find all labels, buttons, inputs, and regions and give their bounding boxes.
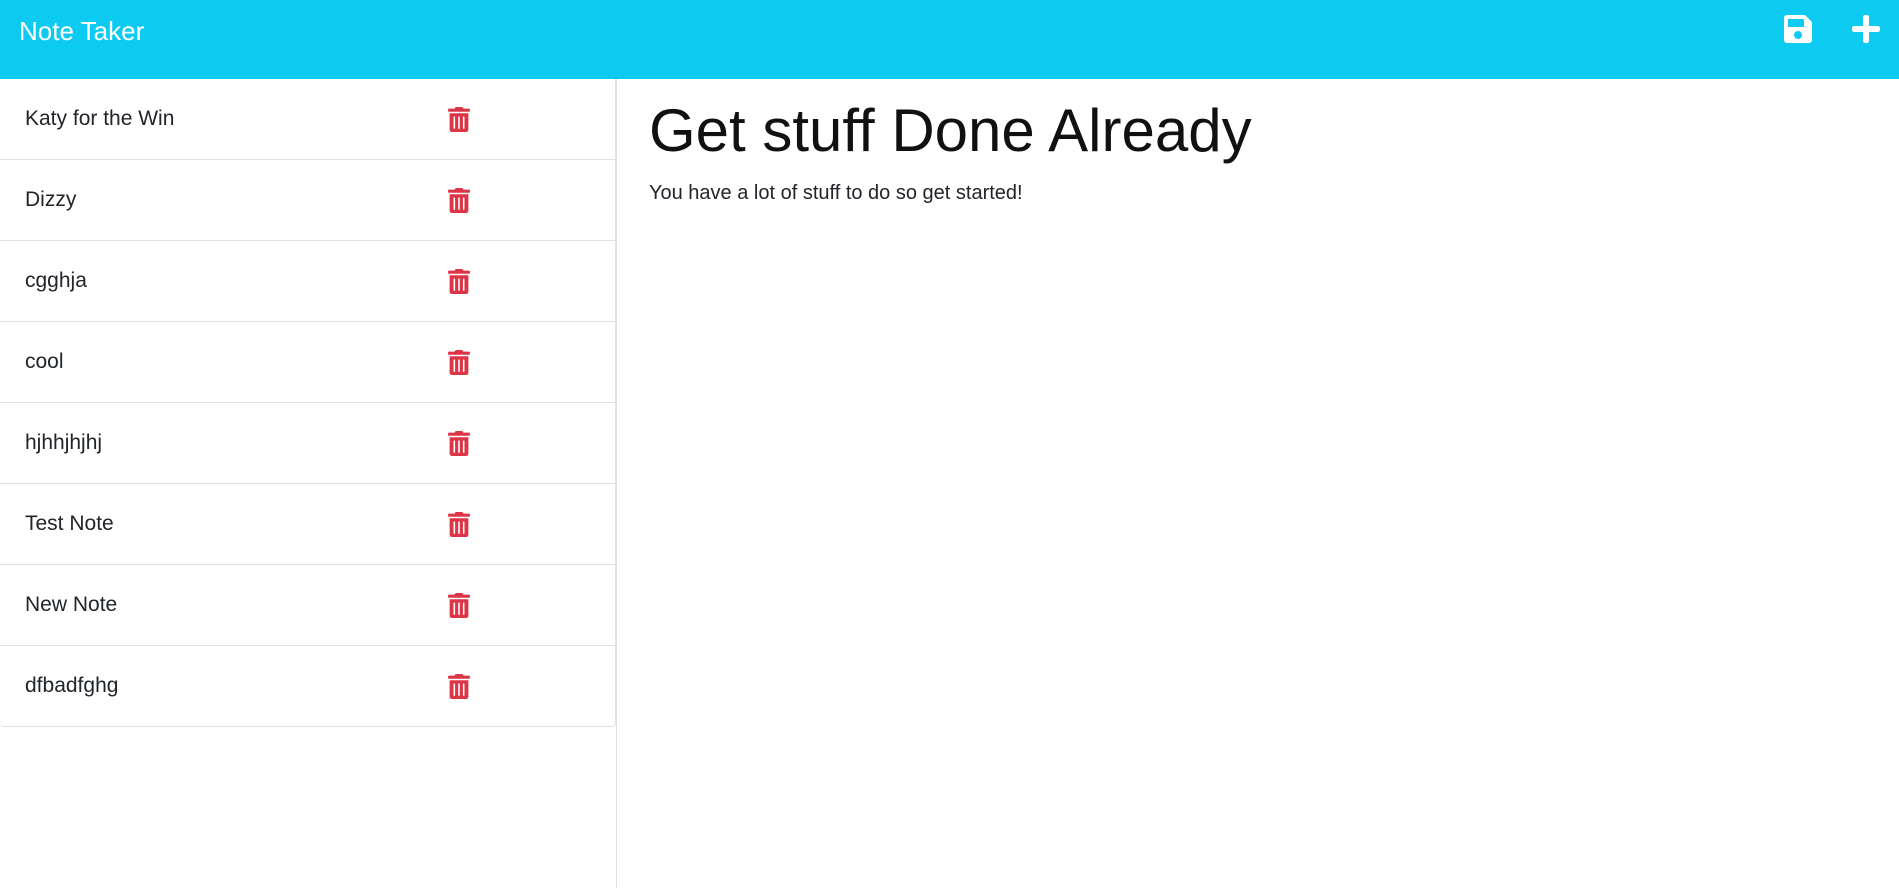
navbar: Note Taker	[0, 0, 1899, 79]
note-title: New Note	[25, 593, 118, 616]
trash-icon[interactable]	[448, 269, 470, 294]
list-item[interactable]: hjhhjhjhj	[0, 403, 615, 484]
app-title[interactable]: Note Taker	[19, 14, 144, 48]
note-title: cool	[25, 350, 64, 373]
list-item[interactable]: Dizzy	[0, 160, 615, 241]
trash-icon[interactable]	[448, 350, 470, 375]
note-title: Test Note	[25, 512, 114, 535]
note-title: cgghja	[25, 269, 87, 292]
trash-icon[interactable]	[448, 431, 470, 456]
note-title-input[interactable]: Get stuff Done Already	[649, 95, 1849, 167]
list-item[interactable]: dfbadfghg	[0, 646, 615, 726]
note-title: dfbadfghg	[25, 674, 119, 697]
list-item[interactable]: Katy for the Win	[0, 79, 615, 160]
trash-icon[interactable]	[448, 674, 470, 699]
list-item[interactable]: cgghja	[0, 241, 615, 322]
note-list: Katy for the Win Dizzy cgghja cool hjhhj…	[0, 79, 616, 727]
note-textarea[interactable]: You have a lot of stuff to do so get sta…	[649, 180, 1849, 206]
trash-icon[interactable]	[448, 188, 470, 213]
list-item[interactable]: cool	[0, 322, 615, 403]
trash-icon[interactable]	[448, 512, 470, 537]
note-title: Katy for the Win	[25, 107, 175, 130]
note-title: Dizzy	[25, 188, 77, 211]
list-item[interactable]: Test Note	[0, 484, 615, 565]
save-icon[interactable]	[1782, 13, 1814, 45]
note-editor: Get stuff Done Already You have a lot of…	[617, 79, 1899, 888]
sidebar: Katy for the Win Dizzy cgghja cool hjhhj…	[0, 79, 617, 888]
trash-icon[interactable]	[448, 107, 470, 132]
note-title: hjhhjhjhj	[25, 431, 103, 454]
plus-icon[interactable]	[1850, 13, 1882, 45]
trash-icon[interactable]	[448, 593, 470, 618]
list-item[interactable]: New Note	[0, 565, 615, 646]
